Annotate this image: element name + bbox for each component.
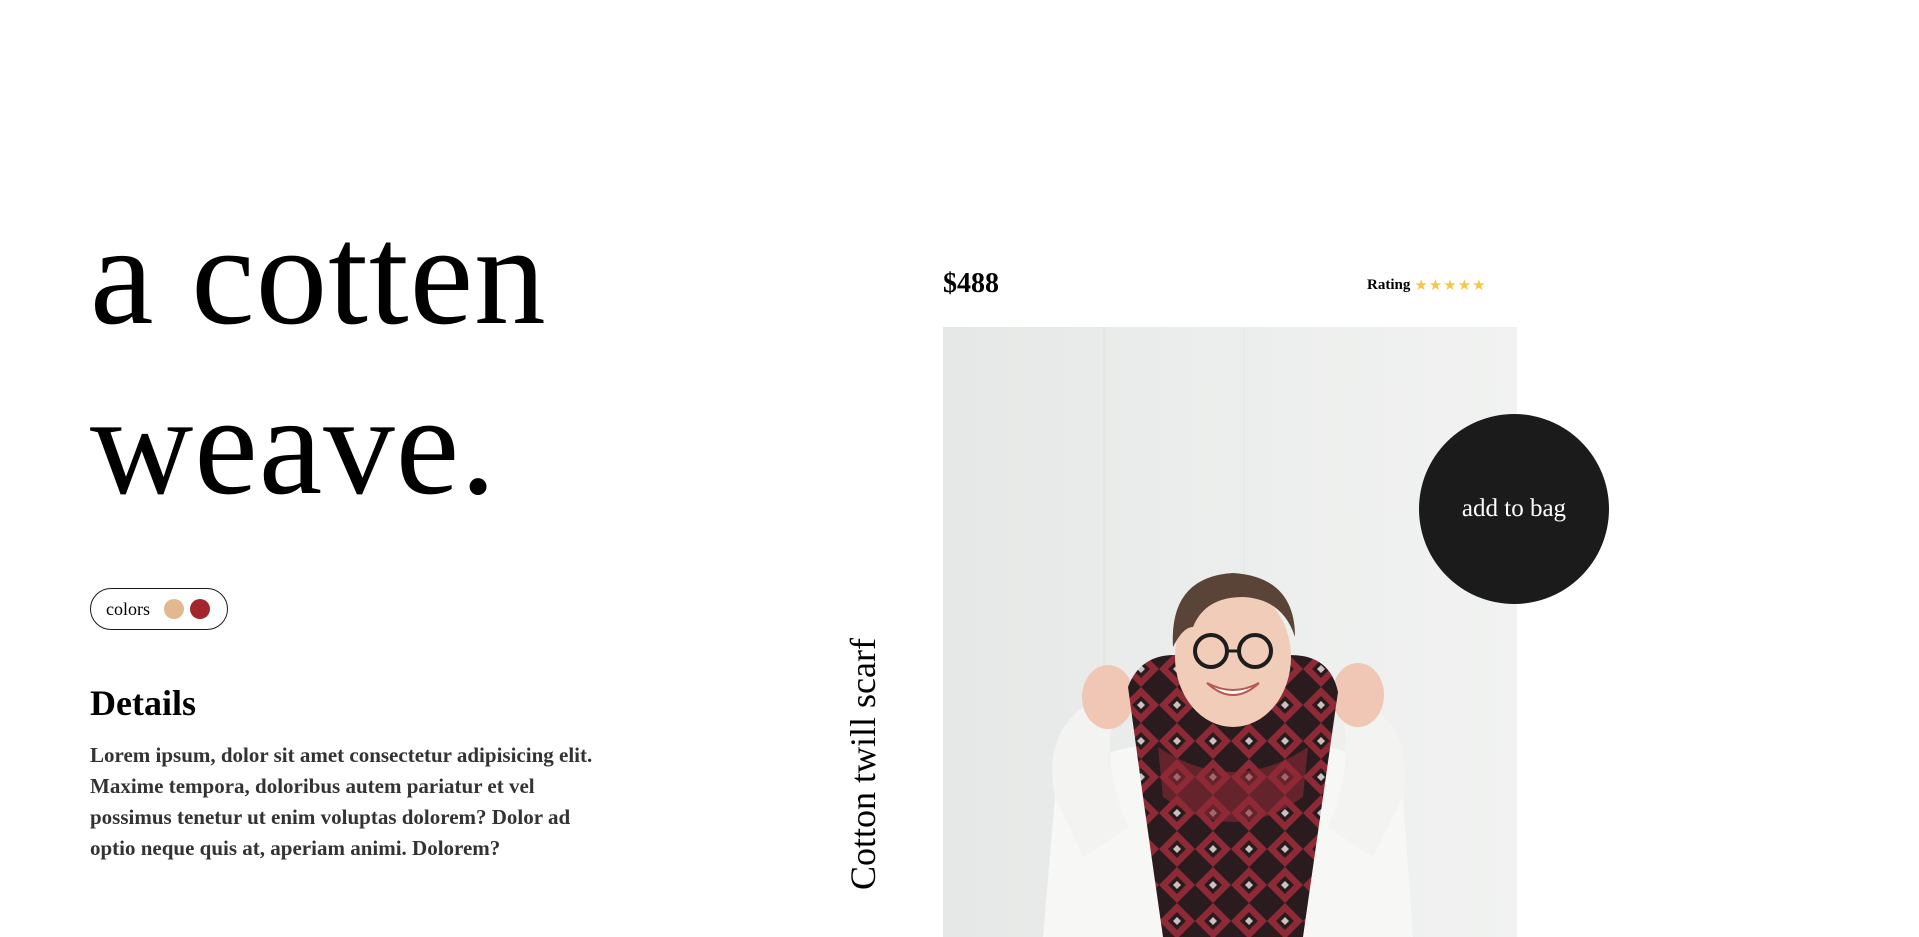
colors-label: colors [106,598,150,619]
add-to-bag-button[interactable]: add to bag [1419,414,1609,604]
product-name-caption: Cotton twill scarf [843,638,883,890]
rating-stars-icon: ★★★★★ [1414,276,1487,294]
details-description: Lorem ipsum, dolor sit amet consectetur … [90,743,593,860]
hero-title: a cotten weave. [90,190,547,530]
color-swatch-tan[interactable] [164,599,184,619]
product-image [943,327,1517,937]
details-heading: Details [90,683,196,723]
product-price: $488 [943,268,999,299]
hero-title-line-1: a cotten [90,196,547,354]
color-swatch-red[interactable] [190,599,210,619]
product-photo-illustration [943,327,1517,937]
rating-label: Rating [1367,276,1411,293]
product-page: a cotten weave. colors Details Lorem ips… [0,0,1919,937]
product-rating: Rating ★★★★★ [1367,276,1487,294]
colors-selector: colors [90,588,228,630]
hero-title-line-2: weave. [90,366,497,524]
